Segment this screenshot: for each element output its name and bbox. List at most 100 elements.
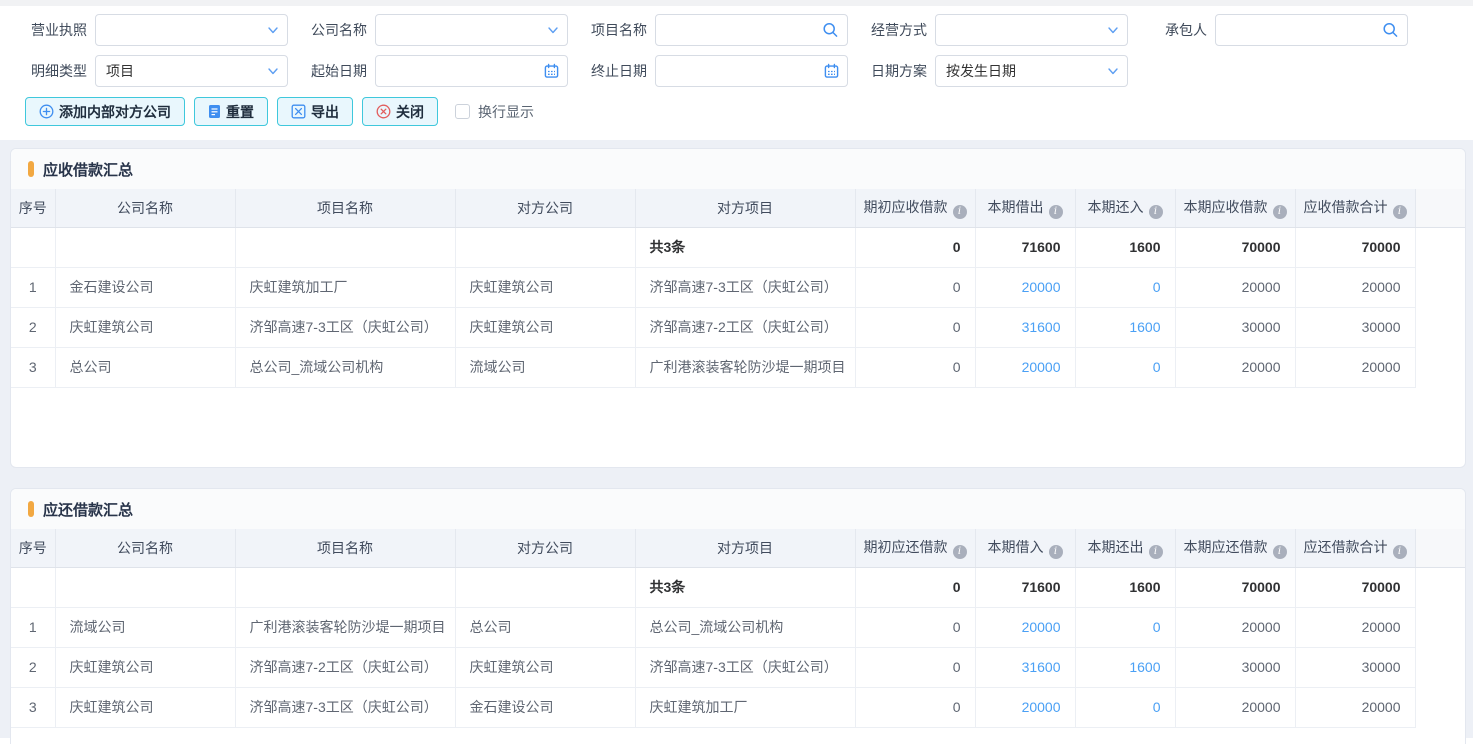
checkbox-box[interactable] — [455, 104, 470, 119]
search-icon[interactable] — [1382, 22, 1399, 39]
summary-value: 70000 — [1295, 227, 1415, 267]
cell-text: 流域公司 — [455, 347, 635, 387]
info-icon[interactable]: i — [1149, 205, 1163, 219]
info-icon[interactable]: i — [1049, 205, 1063, 219]
value-link[interactable]: 31600 — [1022, 659, 1061, 675]
start-date-input[interactable] — [375, 55, 568, 87]
chevron-down-icon[interactable] — [1107, 65, 1119, 77]
column-header: 本期借入i — [975, 529, 1075, 567]
row-filler — [1415, 687, 1465, 727]
row-index: 1 — [11, 607, 55, 647]
cell-text: 广利港滚装客轮防沙堤一期项目 — [635, 347, 855, 387]
value-link[interactable]: 20000 — [1022, 619, 1061, 635]
empty-cell — [235, 567, 455, 607]
cell-text: 庆虹建筑公司 — [455, 307, 635, 347]
value-link[interactable]: 20000 — [1022, 699, 1061, 715]
summary-value: 71600 — [975, 227, 1075, 267]
checkbox-label: 换行显示 — [478, 102, 534, 122]
cell-value: 20000 — [1175, 687, 1295, 727]
info-icon[interactable]: i — [953, 545, 967, 559]
value-link[interactable]: 0 — [1153, 619, 1161, 635]
contractor-input[interactable] — [1215, 14, 1408, 46]
chevron-down-icon[interactable] — [267, 24, 279, 36]
project-name-input[interactable] — [655, 14, 848, 46]
info-icon[interactable]: i — [1393, 545, 1407, 559]
column-header-label: 本期应还借款 — [1184, 539, 1268, 555]
cell-value: 20000 — [1295, 607, 1415, 647]
reset-button[interactable]: 重置 — [194, 97, 268, 126]
cell-value: 20000 — [975, 607, 1075, 647]
end-date-input[interactable] — [655, 55, 848, 87]
business-license-select[interactable] — [95, 14, 288, 46]
cell-value: 20000 — [1295, 687, 1415, 727]
receivable-loans-table: 序号公司名称项目名称对方公司对方项目期初应收借款i本期借出i本期还入i本期应收借… — [11, 189, 1465, 388]
column-header: 期初应收借款 i — [855, 189, 975, 227]
column-header-label: 公司名称 — [117, 200, 173, 216]
value-link[interactable]: 0 — [1153, 279, 1161, 295]
operation-mode-select[interactable] — [935, 14, 1128, 46]
filter-label: 起始日期 — [305, 61, 367, 81]
cell-value: 1600 — [1075, 307, 1175, 347]
search-icon[interactable] — [822, 22, 839, 39]
content-area: 应收借款汇总 序号公司名称项目名称对方公司对方项目期初应收借款i本期借出i本期还… — [0, 140, 1473, 738]
close-button[interactable]: 关闭 — [362, 97, 438, 126]
filter-area: 营业执照公司名称项目名称经营方式承包人 明细类型项目起始日期终止日期日期方案按发… — [0, 6, 1473, 87]
detail-type-select[interactable]: 项目 — [95, 55, 288, 87]
filter-label: 承包人 — [1145, 20, 1207, 40]
row-filler — [1415, 607, 1465, 647]
info-icon[interactable]: i — [1049, 545, 1063, 559]
filter-group-detail-type-select: 明细类型项目 — [25, 55, 288, 87]
summary-count: 共3条 — [635, 227, 855, 267]
column-header-label: 本期借出 — [988, 199, 1044, 215]
value-link[interactable]: 20000 — [1022, 279, 1061, 295]
cell-text: 金石建设公司 — [55, 267, 235, 307]
value-link[interactable]: 20000 — [1022, 359, 1061, 375]
info-icon[interactable]: i — [1273, 205, 1287, 219]
calendar-icon[interactable] — [824, 64, 839, 79]
table-row: 3总公司总公司_流域公司机构流域公司广利港滚装客轮防沙堤一期项目02000002… — [11, 347, 1465, 387]
company-name-select[interactable] — [375, 14, 568, 46]
cell-value: 0 — [855, 307, 975, 347]
date-scheme-select[interactable]: 按发生日期 — [935, 55, 1128, 87]
cell-text: 济邹高速7-2工区（庆虹公司） — [235, 647, 455, 687]
cell-value: 30000 — [1175, 647, 1295, 687]
column-header: 本期应收借款i — [1175, 189, 1295, 227]
filter-group-date-scheme-select: 日期方案按发生日期 — [865, 55, 1128, 87]
chevron-down-icon[interactable] — [1107, 24, 1119, 36]
row-filler — [1415, 347, 1465, 387]
value-link[interactable]: 1600 — [1129, 319, 1160, 335]
info-icon[interactable]: i — [1393, 205, 1407, 219]
value-link[interactable]: 31600 — [1022, 319, 1061, 335]
filter-row-2: 明细类型项目起始日期终止日期日期方案按发生日期 — [25, 55, 1473, 87]
info-icon[interactable]: i — [1273, 545, 1287, 559]
cell-text: 济邹高速7-2工区（庆虹公司） — [635, 307, 855, 347]
cell-value: 20000 — [1295, 267, 1415, 307]
empty-cell — [11, 227, 55, 267]
column-header-label: 序号 — [19, 540, 47, 556]
wrap-display-checkbox[interactable]: 换行显示 — [455, 102, 534, 122]
cell-text: 总公司 — [55, 347, 235, 387]
value-link[interactable]: 0 — [1153, 699, 1161, 715]
info-icon[interactable]: i — [953, 205, 967, 219]
export-button[interactable]: 导出 — [277, 97, 353, 126]
repayable-loans-table: 序号公司名称项目名称对方公司对方项目期初应还借款i本期借入i本期还出i本期应还借… — [11, 529, 1465, 728]
add-internal-counterparty-button[interactable]: 添加内部对方公司 — [25, 97, 185, 126]
chevron-down-icon[interactable] — [547, 24, 559, 36]
column-header: 公司名称 — [55, 189, 235, 227]
value-link[interactable]: 0 — [1153, 359, 1161, 375]
column-header-label: 期初应收借款 — [864, 199, 948, 215]
panel-repayable-loans: 应还借款汇总 序号公司名称项目名称对方公司对方项目期初应还借款i本期借入i本期还… — [10, 488, 1466, 744]
cell-text: 庆虹建筑公司 — [55, 687, 235, 727]
value-link[interactable]: 1600 — [1129, 659, 1160, 675]
calendar-icon[interactable] — [544, 64, 559, 79]
table-row: 2庆虹建筑公司济邹高速7-3工区（庆虹公司）庆虹建筑公司济邹高速7-2工区（庆虹… — [11, 307, 1465, 347]
filter-group-project-name-input: 项目名称 — [585, 14, 848, 46]
column-header-label: 公司名称 — [117, 540, 173, 556]
chevron-down-icon[interactable] — [267, 65, 279, 77]
row-index: 2 — [11, 307, 55, 347]
info-icon[interactable]: i — [1149, 545, 1163, 559]
row-filler — [1415, 267, 1465, 307]
filter-label: 项目名称 — [585, 20, 647, 40]
row-filler — [1415, 647, 1465, 687]
cell-text: 庆虹建筑公司 — [455, 647, 635, 687]
